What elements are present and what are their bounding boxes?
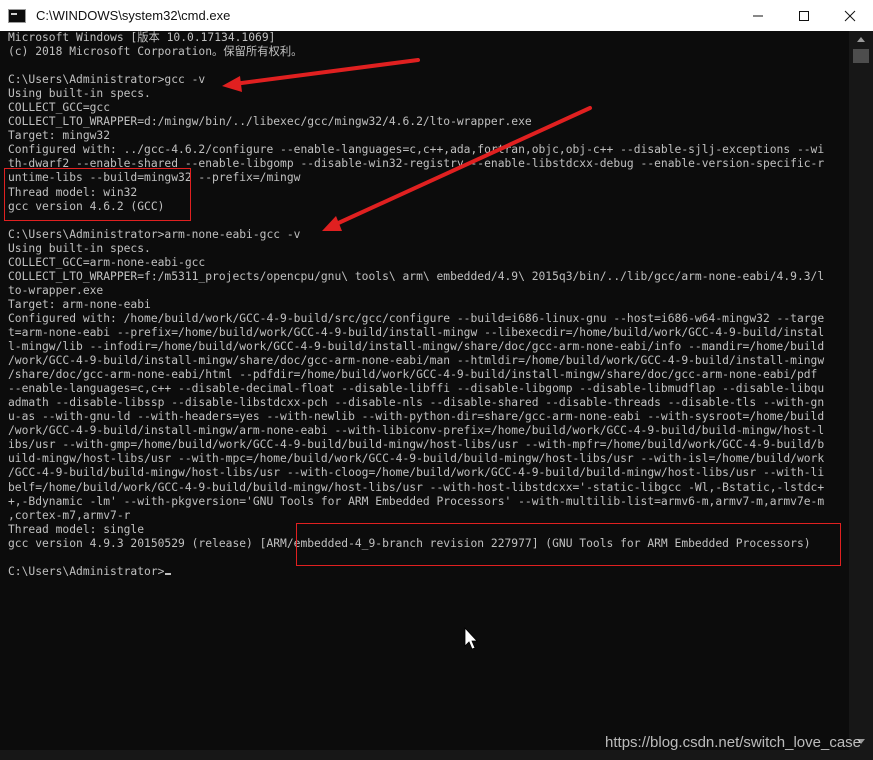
console-line: C:\Users\Administrator>arm-none-eabi-gcc… <box>8 227 301 241</box>
minimize-button[interactable] <box>735 0 781 31</box>
vertical-scrollbar[interactable] <box>849 31 873 750</box>
console-line: C:\Users\Administrator>gcc -v <box>8 73 206 87</box>
scroll-up-button[interactable] <box>849 31 873 47</box>
minimize-icon <box>753 15 763 16</box>
console-line: admath --disable-libssp --disable-libstd… <box>8 396 825 410</box>
text-cursor <box>165 572 172 575</box>
console-line: Configured with: /home/build/work/GCC-4-… <box>8 311 825 325</box>
cmd-window: C:\WINDOWS\system32\cmd.exe Microsoft Wi… <box>0 0 873 760</box>
console-line: /share/doc/gcc-arm-none-eabi/html --pdfd… <box>8 368 818 382</box>
console-line: ,cortex-m7,armv7-r <box>8 508 131 522</box>
title-bar[interactable]: C:\WINDOWS\system32\cmd.exe <box>0 0 873 32</box>
console-line: to-wrapper.exe <box>8 283 104 297</box>
console-line: /GCC-4-9-build/build-mingw/host-libs/usr… <box>8 466 825 480</box>
console-line: Using built-in specs. <box>8 241 151 255</box>
console-line: uild-mingw/host-libs/usr --with-mpc=/hom… <box>8 452 825 466</box>
console-line: /work/GCC-4-9-build/install-mingw/share/… <box>8 354 825 368</box>
cmd-app-icon <box>8 8 26 23</box>
console-lines: Microsoft Windows [版本 10.0.17134.1069] (c… <box>8 31 849 579</box>
window-title: C:\WINDOWS\system32\cmd.exe <box>36 8 231 23</box>
console-line: belf=/home/build/work/GCC-4-9-build/buil… <box>8 480 825 494</box>
console-line: COLLECT_GCC=gcc <box>8 101 111 115</box>
console-line: l-mingw/lib --infodir=/home/build/work/G… <box>8 340 825 354</box>
window-controls <box>735 0 873 31</box>
console-line: --enable-languages=c,c++ --disable-decim… <box>8 382 825 396</box>
console-line: Using built-in specs. <box>8 87 151 101</box>
console-line: ibs/usr --with-gmp=/home/build/work/GCC-… <box>8 438 825 452</box>
console-line: COLLECT_GCC=arm-none-eabi-gcc <box>8 255 206 269</box>
console-line: Configured with: ../gcc-4.6.2/configure … <box>8 143 825 157</box>
console-line: COLLECT_LTO_WRAPPER=f:/m5311_projects/op… <box>8 269 825 283</box>
console-line: C:\Users\Administrator> <box>8 565 849 579</box>
console-line: u-as --with-gnu-ld --with-headers=yes --… <box>8 410 825 424</box>
scroll-up-icon <box>857 37 865 42</box>
console-line: (c) 2018 Microsoft Corporation。保留所有权利。 <box>8 45 303 59</box>
scroll-thumb[interactable] <box>853 49 869 63</box>
console-line: Target: arm-none-eabi <box>8 297 151 311</box>
maximize-icon <box>799 10 809 21</box>
console-line: /work/GCC-4-9-build/install-mingw/arm-no… <box>8 424 825 438</box>
maximize-button[interactable] <box>781 0 827 31</box>
watermark: https://blog.csdn.net/switch_love_case <box>605 734 861 751</box>
console-line: +,-Bdynamic -lm' --with-pkgversion='GNU … <box>8 494 825 508</box>
console-line: t=arm-none-eabi --prefix=/home/build/wor… <box>8 325 825 339</box>
console-line: Microsoft Windows [版本 10.0.17134.1069] <box>8 31 276 44</box>
close-icon <box>844 10 856 21</box>
annotation-box-mingw-version <box>4 168 191 221</box>
horizontal-scrollbar[interactable] <box>0 750 873 760</box>
annotation-box-arm-version <box>296 523 841 566</box>
close-button[interactable] <box>827 0 873 31</box>
console-output[interactable]: Microsoft Windows [版本 10.0.17134.1069] (c… <box>0 31 849 750</box>
console-line: COLLECT_LTO_WRAPPER=d:/mingw/bin/../libe… <box>8 115 532 129</box>
console-line: Target: mingw32 <box>8 129 111 143</box>
